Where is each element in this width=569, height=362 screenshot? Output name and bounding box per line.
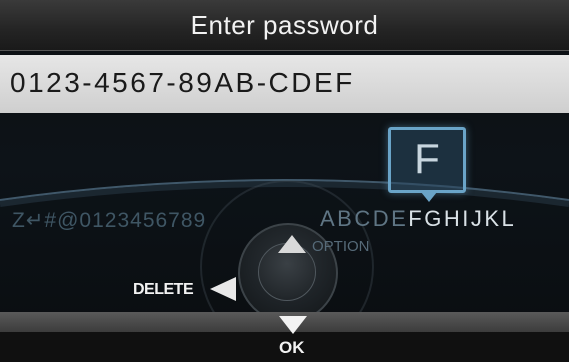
down-arrow-icon[interactable] <box>279 316 307 334</box>
title-bar: Enter password <box>0 0 569 51</box>
ok-label[interactable]: OK <box>279 338 305 358</box>
character-list-left[interactable]: Z↵#@0123456789 <box>12 208 206 233</box>
password-value: 0123-4567-89AB-CDEF <box>10 67 355 98</box>
option-label[interactable]: OPTION <box>312 238 370 255</box>
page-title: Enter password <box>190 10 379 40</box>
selected-character-popup: F <box>388 127 466 202</box>
left-arrow-icon[interactable] <box>210 277 236 301</box>
password-entry-screen: Enter password 0123-4567-89AB-CDEF Z↵#@0… <box>0 0 569 362</box>
character-list-right[interactable]: ABCDEFGHIJKL <box>320 206 516 232</box>
popup-pointer-icon <box>421 192 437 202</box>
character-selected[interactable]: F <box>408 206 424 231</box>
password-field[interactable]: 0123-4567-89AB-CDEF <box>0 55 569 113</box>
character-list-right-dim[interactable]: ABCDE <box>320 206 408 231</box>
delete-label[interactable]: DELETE <box>133 281 194 299</box>
selected-character-preview: F <box>414 135 440 182</box>
character-list-right-bright[interactable]: GHIJKL <box>424 206 516 231</box>
up-arrow-icon[interactable] <box>278 235 306 253</box>
